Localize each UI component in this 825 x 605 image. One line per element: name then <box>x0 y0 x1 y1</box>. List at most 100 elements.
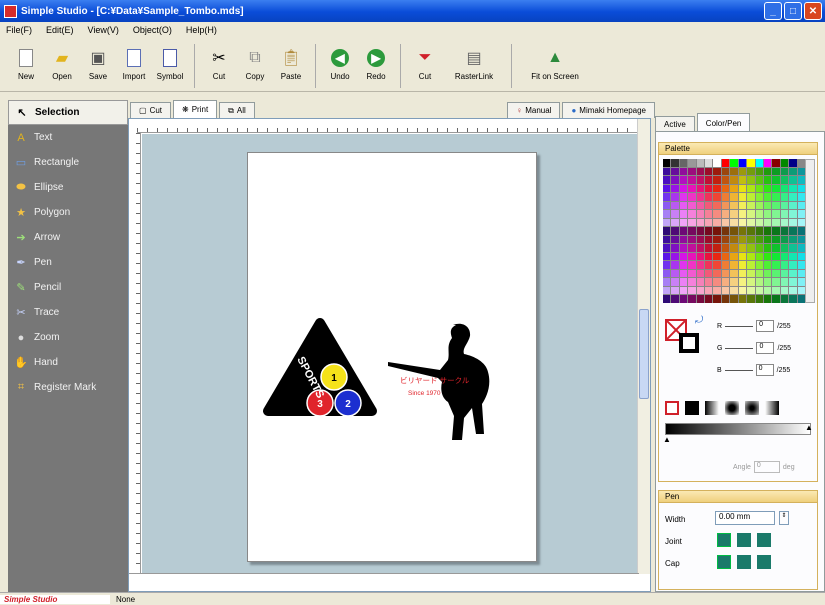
palette-swatch[interactable] <box>763 269 772 278</box>
palette-swatch[interactable] <box>696 218 705 227</box>
palette-swatch[interactable] <box>730 218 738 227</box>
palette-swatch[interactable] <box>679 218 688 227</box>
palette-swatch[interactable] <box>671 167 679 176</box>
red-slider[interactable]: R 0/255 <box>717 319 791 333</box>
palette-swatch[interactable] <box>747 235 755 244</box>
import-button[interactable]: Import <box>116 40 152 90</box>
palette-swatch[interactable] <box>780 295 789 303</box>
palette-swatch[interactable] <box>705 167 713 176</box>
horizontal-scrollbar[interactable] <box>129 573 639 591</box>
palette-swatch[interactable] <box>772 218 780 227</box>
palette-swatch[interactable] <box>721 252 730 261</box>
palette-swatch[interactable] <box>763 235 772 244</box>
fill-none-button[interactable] <box>665 401 679 415</box>
palette-swatch[interactable] <box>797 201 805 210</box>
palette-swatch[interactable] <box>705 252 713 261</box>
palette-swatch[interactable] <box>797 167 805 176</box>
palette-swatch[interactable] <box>763 176 772 184</box>
fill-radial-gradient-button[interactable] <box>725 401 739 415</box>
palette-swatch[interactable] <box>730 252 738 261</box>
palette-swatch[interactable] <box>763 193 772 201</box>
palette-swatch[interactable] <box>679 201 688 210</box>
palette-swatch[interactable] <box>696 159 705 167</box>
palette-swatch[interactable] <box>705 278 713 286</box>
tool-polygon[interactable]: ★ Polygon <box>8 200 128 225</box>
palette-swatch[interactable] <box>663 278 671 286</box>
palette-swatch[interactable] <box>763 244 772 252</box>
green-slider[interactable]: G 0/255 <box>717 341 791 355</box>
palette-swatch[interactable] <box>713 261 721 269</box>
palette-swatch[interactable] <box>730 167 738 176</box>
palette-swatch[interactable] <box>663 176 671 184</box>
palette-swatch[interactable] <box>679 261 688 269</box>
tab-mimaki-homepage[interactable]: ● Mimaki Homepage <box>562 102 655 118</box>
palette-swatch[interactable] <box>730 261 738 269</box>
palette-swatch[interactable] <box>688 176 696 184</box>
palette-swatch[interactable] <box>780 201 789 210</box>
minimize-button[interactable]: _ <box>764 2 782 20</box>
palette-swatch[interactable] <box>688 295 696 303</box>
palette-swatch[interactable] <box>663 244 671 252</box>
palette-swatch[interactable] <box>721 295 730 303</box>
palette-swatch[interactable] <box>721 218 730 227</box>
paste-button[interactable]: 📋︎ Paste <box>273 40 309 90</box>
palette-swatch[interactable] <box>679 167 688 176</box>
palette-swatch[interactable] <box>789 159 797 167</box>
palette-swatch[interactable] <box>747 261 755 269</box>
palette-swatch[interactable] <box>780 269 789 278</box>
palette-swatch[interactable] <box>789 184 797 193</box>
tool-zoom[interactable]: ● Zoom <box>8 325 128 350</box>
palette-swatch[interactable] <box>738 244 747 252</box>
redo-button[interactable]: ▶ Redo <box>358 40 394 90</box>
open-button[interactable]: ▰ Open <box>44 40 80 90</box>
close-button[interactable]: ✕ <box>804 2 822 20</box>
palette-swatch[interactable] <box>772 278 780 286</box>
pen-width-spinner[interactable]: ⇕ <box>779 511 789 525</box>
palette-swatch[interactable] <box>789 244 797 252</box>
palette-swatch[interactable] <box>755 235 763 244</box>
palette-swatch[interactable] <box>721 159 730 167</box>
palette-swatch[interactable] <box>663 286 671 295</box>
palette-swatch[interactable] <box>730 159 738 167</box>
palette-swatch[interactable] <box>738 159 747 167</box>
palette-swatch[interactable] <box>671 278 679 286</box>
palette-swatch[interactable] <box>721 176 730 184</box>
palette-swatch[interactable] <box>679 252 688 261</box>
palette-swatch[interactable] <box>747 176 755 184</box>
palette-swatch[interactable] <box>713 227 721 235</box>
palette-swatch[interactable] <box>679 184 688 193</box>
fit-on-screen-button[interactable]: ▲ Fit on Screen <box>518 40 592 90</box>
palette-swatch[interactable] <box>772 286 780 295</box>
palette-swatch[interactable] <box>705 159 713 167</box>
tool-ellipse[interactable]: ⬬ Ellipse <box>8 175 128 200</box>
palette-swatch[interactable] <box>671 159 679 167</box>
palette-swatch[interactable] <box>730 295 738 303</box>
palette-swatch[interactable] <box>713 193 721 201</box>
tool-rectangle[interactable]: ▭ Rectangle <box>8 150 128 175</box>
palette-swatch[interactable] <box>721 201 730 210</box>
palette-swatch[interactable] <box>696 269 705 278</box>
palette-swatch[interactable] <box>763 210 772 218</box>
palette-swatch[interactable] <box>663 210 671 218</box>
palette-swatch[interactable] <box>688 184 696 193</box>
palette-swatch[interactable] <box>797 176 805 184</box>
palette-swatch[interactable] <box>730 210 738 218</box>
palette-swatch[interactable] <box>671 235 679 244</box>
palette-swatch[interactable] <box>755 269 763 278</box>
palette-swatch[interactable] <box>755 286 763 295</box>
palette-swatch[interactable] <box>713 176 721 184</box>
palette-swatch[interactable] <box>763 261 772 269</box>
save-button[interactable]: ▣ Save <box>80 40 116 90</box>
gradient-end-marker[interactable]: ▲ <box>805 423 813 432</box>
palette-swatch[interactable] <box>755 278 763 286</box>
red-value-field[interactable]: 0 <box>756 320 775 332</box>
palette-swatch[interactable] <box>738 167 747 176</box>
palette-swatch[interactable] <box>738 218 747 227</box>
palette-swatch[interactable] <box>772 269 780 278</box>
palette-swatch[interactable] <box>738 227 747 235</box>
palette-swatch[interactable] <box>780 286 789 295</box>
palette-swatch[interactable] <box>780 261 789 269</box>
palette-swatch[interactable] <box>688 244 696 252</box>
fill-solid-button[interactable] <box>685 401 699 415</box>
tool-pencil[interactable]: ✎ Pencil <box>8 275 128 300</box>
